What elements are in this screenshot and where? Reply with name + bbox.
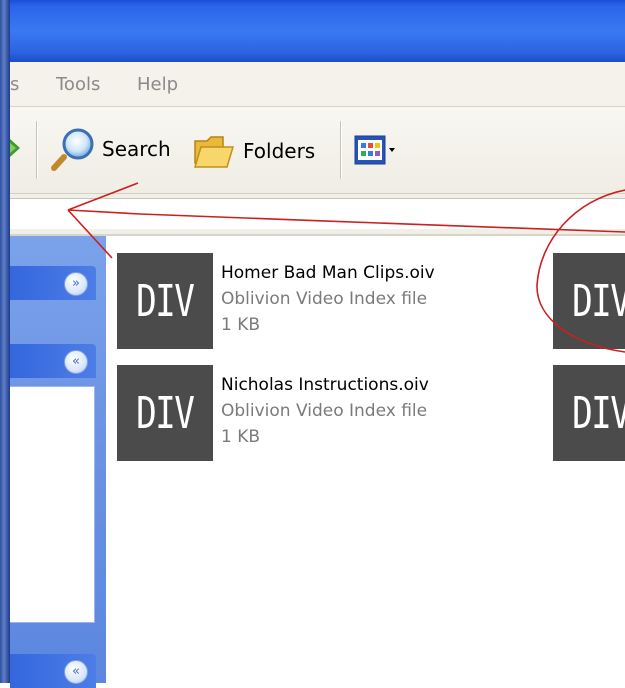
file-icon[interactable]: DIV: [117, 365, 213, 461]
toolbar: Search Folders: [10, 107, 625, 194]
menu-item-partial[interactable]: s: [10, 74, 19, 95]
toolbar-separator: [36, 121, 37, 179]
title-bar[interactable]: [10, 0, 625, 62]
file-name[interactable]: Homer Bad Man Clips.oiv: [221, 263, 435, 283]
views-icon: [354, 135, 395, 165]
toolbar-separator: [340, 121, 341, 179]
folders-label: Folders: [243, 139, 316, 163]
search-label: Search: [102, 137, 171, 161]
file-icon[interactable]: DIV: [553, 253, 625, 349]
dropdown-arrow-icon: [389, 148, 395, 152]
file-type: Oblivion Video Index file: [221, 289, 428, 309]
search-icon: [51, 128, 94, 171]
pane-section-body: [10, 386, 95, 623]
back-arrow-icon: [10, 139, 20, 157]
views-button[interactable]: [354, 135, 396, 165]
folders-button[interactable]: Folders: [193, 129, 315, 173]
pane-section-header[interactable]: »: [10, 266, 96, 300]
pane-section-header[interactable]: «: [10, 344, 96, 378]
menu-bar: s Tools Help: [10, 62, 625, 107]
file-size: 1 KB: [221, 427, 261, 447]
file-size: 1 KB: [221, 315, 261, 335]
folders-icon: [193, 136, 235, 168]
search-button[interactable]: Search: [50, 127, 171, 171]
partial-nav-button[interactable]: [10, 137, 24, 159]
chevron-up-icon[interactable]: «: [64, 660, 88, 684]
menu-item-tools[interactable]: Tools: [56, 74, 100, 95]
div-logo: DIV: [572, 387, 625, 439]
file-icon[interactable]: DIV: [553, 365, 625, 461]
file-name[interactable]: Nicholas Instructions.oiv: [221, 375, 429, 395]
menu-item-help[interactable]: Help: [137, 74, 178, 95]
address-bar: [10, 194, 625, 236]
div-logo: DIV: [136, 387, 195, 439]
address-input[interactable]: [10, 198, 625, 229]
file-type: Oblivion Video Index file: [221, 401, 428, 421]
div-logo: DIV: [136, 275, 195, 327]
chevron-up-icon[interactable]: «: [64, 350, 88, 374]
file-icon[interactable]: DIV: [117, 253, 213, 349]
task-pane: » « «: [10, 236, 106, 688]
chevron-down-icon[interactable]: »: [64, 272, 88, 296]
div-logo: DIV: [572, 275, 625, 327]
